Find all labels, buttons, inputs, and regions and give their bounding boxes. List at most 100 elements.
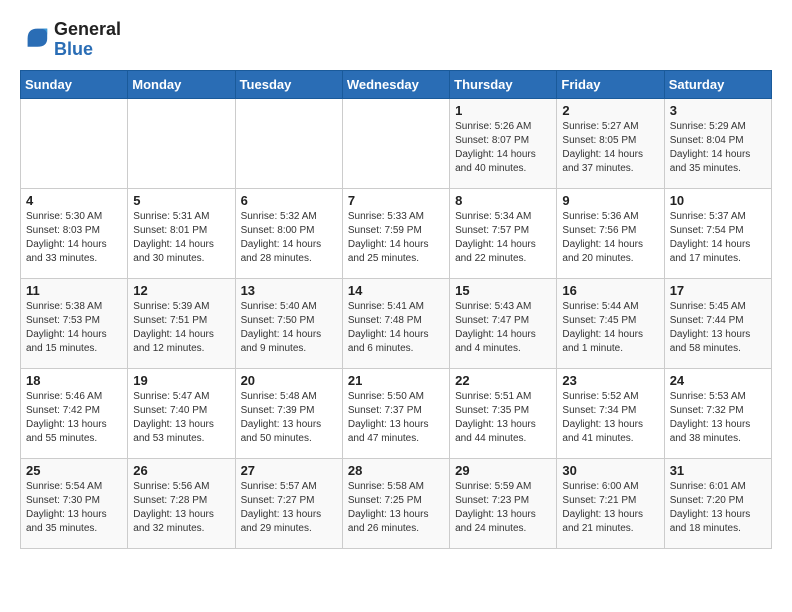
weekday-header-friday: Friday <box>557 70 664 98</box>
calendar-cell: 3 Sunrise: 5:29 AM Sunset: 8:04 PM Daylig… <box>664 98 771 188</box>
calendar-cell: 28 Sunrise: 5:58 AM Sunset: 7:25 PM Dayli… <box>342 458 449 548</box>
day-info-text: Sunrise: 5:54 AM Sunset: 7:30 PM Dayligh… <box>26 480 122 536</box>
calendar-cell: 11 Sunrise: 5:38 AM Sunset: 7:53 PM Dayli… <box>21 278 128 368</box>
day-number: 3 <box>670 103 766 118</box>
day-number: 23 <box>562 373 658 388</box>
day-info-text: Sunrise: 5:37 AM Sunset: 7:54 PM Dayligh… <box>670 210 766 266</box>
calendar-cell: 2 Sunrise: 5:27 AM Sunset: 8:05 PM Daylig… <box>557 98 664 188</box>
day-number: 25 <box>26 463 122 478</box>
calendar-table: SundayMondayTuesdayWednesdayThursdayFrid… <box>20 70 772 549</box>
page-header: General Blue <box>20 20 772 60</box>
calendar-cell: 16Sunrise: 5:44 AM Sunset: 7:45 PM Dayli… <box>557 278 664 368</box>
day-number: 20 <box>241 373 337 388</box>
day-number: 28 <box>348 463 444 478</box>
day-info-text: Sunrise: 5:26 AM Sunset: 8:07 PM Dayligh… <box>455 120 551 176</box>
day-info-text: Sunrise: 5:59 AM Sunset: 7:23 PM Dayligh… <box>455 480 551 536</box>
day-info-text: Sunrise: 5:58 AM Sunset: 7:25 PM Dayligh… <box>348 480 444 536</box>
day-info-text: Sunrise: 5:31 AM Sunset: 8:01 PM Dayligh… <box>133 210 229 266</box>
day-info-text: Sunrise: 5:27 AM Sunset: 8:05 PM Dayligh… <box>562 120 658 176</box>
calendar-week-row: 4 Sunrise: 5:30 AM Sunset: 8:03 PM Daylig… <box>21 188 772 278</box>
calendar-cell: 22Sunrise: 5:51 AM Sunset: 7:35 PM Dayli… <box>450 368 557 458</box>
day-info-text: Sunrise: 5:43 AM Sunset: 7:47 PM Dayligh… <box>455 300 551 356</box>
day-info-text: Sunrise: 5:45 AM Sunset: 7:44 PM Dayligh… <box>670 300 766 356</box>
weekday-header-wednesday: Wednesday <box>342 70 449 98</box>
day-number: 16 <box>562 283 658 298</box>
day-info-text: Sunrise: 5:29 AM Sunset: 8:04 PM Dayligh… <box>670 120 766 176</box>
calendar-cell <box>235 98 342 188</box>
logo-icon <box>22 23 50 51</box>
day-info-text: Sunrise: 6:00 AM Sunset: 7:21 PM Dayligh… <box>562 480 658 536</box>
day-info-text: Sunrise: 5:40 AM Sunset: 7:50 PM Dayligh… <box>241 300 337 356</box>
day-number: 2 <box>562 103 658 118</box>
calendar-cell <box>128 98 235 188</box>
calendar-cell: 31 Sunrise: 6:01 AM Sunset: 7:20 PM Dayli… <box>664 458 771 548</box>
calendar-cell: 26Sunrise: 5:56 AM Sunset: 7:28 PM Dayli… <box>128 458 235 548</box>
calendar-cell: 12 Sunrise: 5:39 AM Sunset: 7:51 PM Dayli… <box>128 278 235 368</box>
day-info-text: Sunrise: 5:48 AM Sunset: 7:39 PM Dayligh… <box>241 390 337 446</box>
day-number: 17 <box>670 283 766 298</box>
calendar-week-row: 11 Sunrise: 5:38 AM Sunset: 7:53 PM Dayli… <box>21 278 772 368</box>
calendar-cell: 5 Sunrise: 5:31 AM Sunset: 8:01 PM Daylig… <box>128 188 235 278</box>
calendar-cell: 9Sunrise: 5:36 AM Sunset: 7:56 PM Daylig… <box>557 188 664 278</box>
day-number: 12 <box>133 283 229 298</box>
day-number: 18 <box>26 373 122 388</box>
day-info-text: Sunrise: 5:50 AM Sunset: 7:37 PM Dayligh… <box>348 390 444 446</box>
calendar-week-row: 1 Sunrise: 5:26 AM Sunset: 8:07 PM Daylig… <box>21 98 772 188</box>
day-info-text: Sunrise: 5:30 AM Sunset: 8:03 PM Dayligh… <box>26 210 122 266</box>
day-info-text: Sunrise: 5:41 AM Sunset: 7:48 PM Dayligh… <box>348 300 444 356</box>
calendar-cell: 10 Sunrise: 5:37 AM Sunset: 7:54 PM Dayli… <box>664 188 771 278</box>
calendar-cell: 27 Sunrise: 5:57 AM Sunset: 7:27 PM Dayli… <box>235 458 342 548</box>
day-info-text: Sunrise: 5:32 AM Sunset: 8:00 PM Dayligh… <box>241 210 337 266</box>
calendar-cell <box>21 98 128 188</box>
calendar-cell: 8Sunrise: 5:34 AM Sunset: 7:57 PM Daylig… <box>450 188 557 278</box>
calendar-cell: 21 Sunrise: 5:50 AM Sunset: 7:37 PM Dayli… <box>342 368 449 458</box>
day-info-text: Sunrise: 6:01 AM Sunset: 7:20 PM Dayligh… <box>670 480 766 536</box>
logo-text-line2: Blue <box>54 40 121 60</box>
day-number: 22 <box>455 373 551 388</box>
calendar-cell: 17 Sunrise: 5:45 AM Sunset: 7:44 PM Dayli… <box>664 278 771 368</box>
day-number: 1 <box>455 103 551 118</box>
weekday-header-row: SundayMondayTuesdayWednesdayThursdayFrid… <box>21 70 772 98</box>
day-info-text: Sunrise: 5:39 AM Sunset: 7:51 PM Dayligh… <box>133 300 229 356</box>
day-number: 7 <box>348 193 444 208</box>
day-info-text: Sunrise: 5:47 AM Sunset: 7:40 PM Dayligh… <box>133 390 229 446</box>
logo: General Blue <box>20 20 121 60</box>
day-number: 4 <box>26 193 122 208</box>
day-number: 26 <box>133 463 229 478</box>
weekday-header-monday: Monday <box>128 70 235 98</box>
day-info-text: Sunrise: 5:34 AM Sunset: 7:57 PM Dayligh… <box>455 210 551 266</box>
day-number: 21 <box>348 373 444 388</box>
day-number: 10 <box>670 193 766 208</box>
day-number: 19 <box>133 373 229 388</box>
day-info-text: Sunrise: 5:33 AM Sunset: 7:59 PM Dayligh… <box>348 210 444 266</box>
day-number: 9 <box>562 193 658 208</box>
calendar-cell: 30 Sunrise: 6:00 AM Sunset: 7:21 PM Dayli… <box>557 458 664 548</box>
weekday-header-thursday: Thursday <box>450 70 557 98</box>
day-number: 27 <box>241 463 337 478</box>
calendar-cell: 14 Sunrise: 5:41 AM Sunset: 7:48 PM Dayli… <box>342 278 449 368</box>
day-number: 11 <box>26 283 122 298</box>
day-info-text: Sunrise: 5:46 AM Sunset: 7:42 PM Dayligh… <box>26 390 122 446</box>
weekday-header-tuesday: Tuesday <box>235 70 342 98</box>
day-number: 14 <box>348 283 444 298</box>
calendar-week-row: 18 Sunrise: 5:46 AM Sunset: 7:42 PM Dayli… <box>21 368 772 458</box>
calendar-cell: 20 Sunrise: 5:48 AM Sunset: 7:39 PM Dayli… <box>235 368 342 458</box>
calendar-cell: 13 Sunrise: 5:40 AM Sunset: 7:50 PM Dayli… <box>235 278 342 368</box>
day-number: 5 <box>133 193 229 208</box>
day-info-text: Sunrise: 5:53 AM Sunset: 7:32 PM Dayligh… <box>670 390 766 446</box>
calendar-cell: 29Sunrise: 5:59 AM Sunset: 7:23 PM Dayli… <box>450 458 557 548</box>
day-info-text: Sunrise: 5:38 AM Sunset: 7:53 PM Dayligh… <box>26 300 122 356</box>
day-number: 30 <box>562 463 658 478</box>
calendar-cell: 23 Sunrise: 5:52 AM Sunset: 7:34 PM Dayli… <box>557 368 664 458</box>
day-number: 13 <box>241 283 337 298</box>
calendar-cell: 15Sunrise: 5:43 AM Sunset: 7:47 PM Dayli… <box>450 278 557 368</box>
day-number: 24 <box>670 373 766 388</box>
weekday-header-sunday: Sunday <box>21 70 128 98</box>
calendar-cell: 7 Sunrise: 5:33 AM Sunset: 7:59 PM Daylig… <box>342 188 449 278</box>
calendar-cell: 25 Sunrise: 5:54 AM Sunset: 7:30 PM Dayli… <box>21 458 128 548</box>
day-info-text: Sunrise: 5:57 AM Sunset: 7:27 PM Dayligh… <box>241 480 337 536</box>
day-number: 31 <box>670 463 766 478</box>
day-info-text: Sunrise: 5:52 AM Sunset: 7:34 PM Dayligh… <box>562 390 658 446</box>
calendar-cell <box>342 98 449 188</box>
calendar-cell: 1 Sunrise: 5:26 AM Sunset: 8:07 PM Daylig… <box>450 98 557 188</box>
